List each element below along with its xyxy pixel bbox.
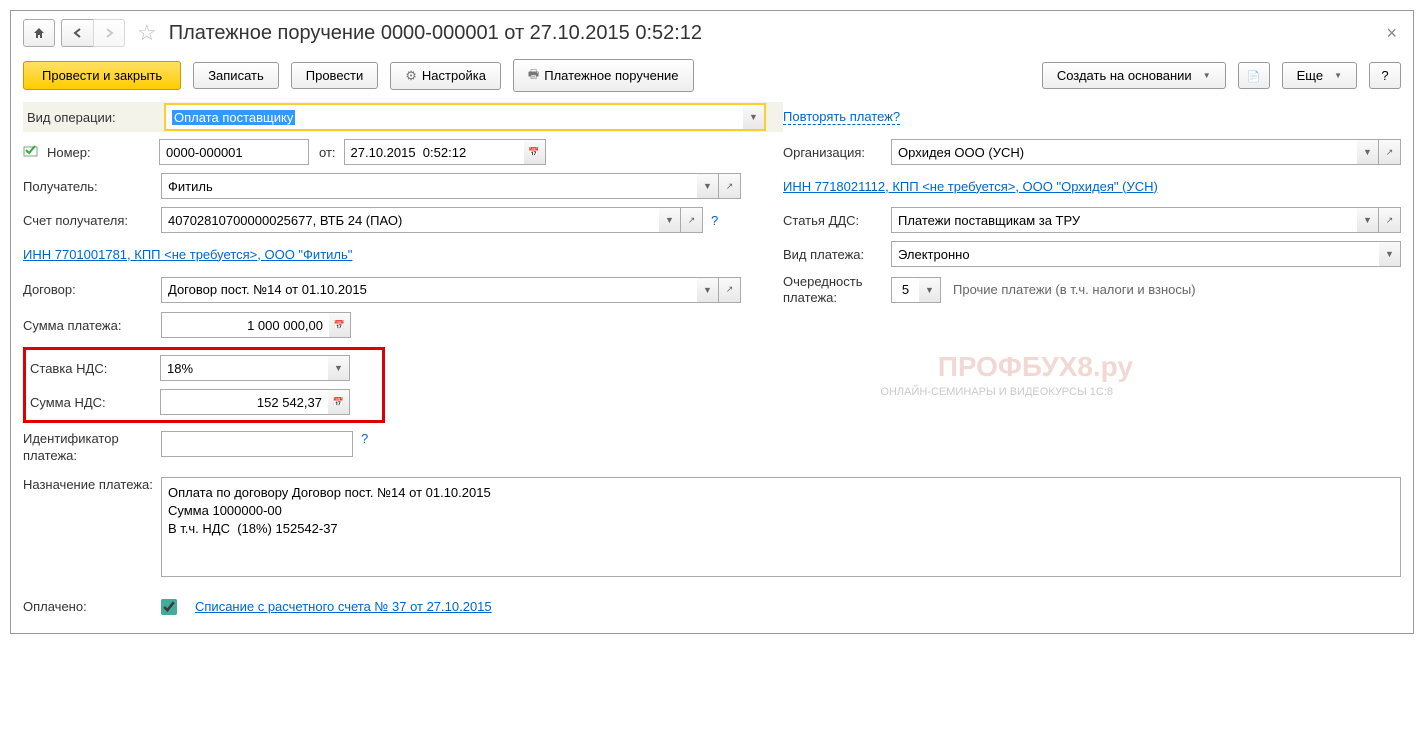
- payment-sum-calc[interactable]: 📅: [329, 312, 351, 338]
- dds-open[interactable]: ↗: [1379, 207, 1401, 233]
- printer-icon: [528, 65, 539, 86]
- recipient-dropdown[interactable]: ▼: [697, 173, 719, 199]
- priority-dropdown[interactable]: ▼: [919, 277, 941, 303]
- payment-sum-label: Сумма платежа:: [23, 318, 161, 333]
- organization-dropdown[interactable]: ▼: [1357, 139, 1379, 165]
- dds-dropdown[interactable]: ▼: [1357, 207, 1379, 233]
- paid-checkbox[interactable]: [161, 599, 177, 615]
- priority-text: Прочие платежи (в т.ч. налоги и взносы): [953, 282, 1196, 297]
- date-input[interactable]: [344, 139, 524, 165]
- payment-purpose-textarea[interactable]: [161, 477, 1401, 577]
- number-label: Номер:: [47, 145, 159, 160]
- dds-input[interactable]: [891, 207, 1357, 233]
- operation-type-label: Вид операции:: [27, 110, 165, 125]
- post-button[interactable]: Провести: [291, 62, 379, 89]
- operation-type-input[interactable]: Оплата поставщику: [165, 104, 743, 130]
- payment-purpose-label: Назначение платежа:: [23, 477, 161, 494]
- report-button[interactable]: [1238, 62, 1270, 89]
- writeoff-link[interactable]: Списание с расчетного счета № 37 от 27.1…: [195, 599, 492, 614]
- vat-rate-label: Ставка НДС:: [30, 361, 160, 376]
- vat-rate-input[interactable]: [160, 355, 328, 381]
- payment-id-label: Идентификатор платежа:: [23, 431, 161, 465]
- payment-type-input[interactable]: [891, 241, 1379, 267]
- save-button[interactable]: Записать: [193, 62, 279, 89]
- contract-label: Договор:: [23, 282, 161, 297]
- org-info-link[interactable]: ИНН 7718021112, КПП <не требуется>, ООО …: [783, 179, 1158, 194]
- recipient-info-link[interactable]: ИНН 7701001781, КПП <не требуется>, ООО …: [23, 247, 352, 262]
- repeat-payment-link[interactable]: Повторять платеж?: [783, 109, 900, 125]
- vat-rate-dropdown[interactable]: ▼: [328, 355, 350, 381]
- recipient-account-open[interactable]: ↗: [681, 207, 703, 233]
- vat-sum-input[interactable]: [160, 389, 328, 415]
- number-input[interactable]: [159, 139, 309, 165]
- page-title: Платежное поручение 0000-000001 от 27.10…: [169, 22, 1377, 45]
- payment-id-input[interactable]: [161, 431, 353, 457]
- settings-button[interactable]: Настройка: [390, 62, 501, 90]
- organization-input[interactable]: [891, 139, 1357, 165]
- recipient-account-dropdown[interactable]: ▼: [659, 207, 681, 233]
- contract-dropdown[interactable]: ▼: [697, 277, 719, 303]
- organization-open[interactable]: ↗: [1379, 139, 1401, 165]
- home-button[interactable]: [23, 19, 55, 47]
- operation-type-dropdown[interactable]: ▼: [743, 104, 765, 130]
- vat-sum-calc[interactable]: 📅: [328, 389, 350, 415]
- more-button[interactable]: Еще: [1282, 62, 1357, 89]
- status-icon: [23, 144, 39, 160]
- payment-type-dropdown[interactable]: ▼: [1379, 241, 1401, 267]
- create-based-button[interactable]: Создать на основании: [1042, 62, 1226, 89]
- recipient-input[interactable]: [161, 173, 697, 199]
- payment-type-label: Вид платежа:: [783, 247, 891, 262]
- date-picker-button[interactable]: 📅: [524, 139, 546, 165]
- recipient-account-input[interactable]: [161, 207, 659, 233]
- gear-icon: [405, 68, 417, 84]
- priority-input[interactable]: [891, 277, 919, 303]
- recipient-open[interactable]: ↗: [719, 173, 741, 199]
- document-icon: [1247, 68, 1261, 83]
- from-label: от:: [319, 145, 336, 160]
- close-button[interactable]: ×: [1382, 23, 1401, 44]
- payment-sum-input[interactable]: [161, 312, 329, 338]
- contract-open[interactable]: ↗: [719, 277, 741, 303]
- paid-label: Оплачено:: [23, 599, 161, 614]
- payment-id-help[interactable]: ?: [361, 431, 368, 446]
- back-button[interactable]: [61, 19, 93, 47]
- recipient-account-label: Счет получателя:: [23, 213, 161, 228]
- post-and-close-button[interactable]: Провести и закрыть: [23, 61, 181, 90]
- forward-button[interactable]: [93, 19, 125, 47]
- recipient-label: Получатель:: [23, 179, 161, 194]
- dds-label: Статья ДДС:: [783, 213, 891, 228]
- print-button[interactable]: Платежное поручение: [513, 59, 694, 92]
- favorite-icon[interactable]: ☆: [137, 20, 157, 46]
- priority-label: Очередность платежа:: [783, 274, 891, 305]
- contract-input[interactable]: [161, 277, 697, 303]
- vat-sum-label: Сумма НДС:: [30, 395, 160, 410]
- organization-label: Организация:: [783, 145, 891, 160]
- help-button[interactable]: ?: [1369, 62, 1401, 89]
- account-help[interactable]: ?: [711, 213, 718, 228]
